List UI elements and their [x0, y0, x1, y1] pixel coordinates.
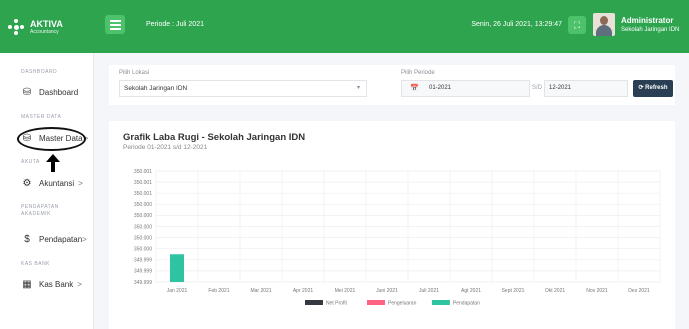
sidebar-section-dashboard: DASHBOARD: [21, 69, 58, 75]
x-tick-label: Juni 2021: [376, 288, 398, 294]
x-tick-label: Mei 2021: [335, 288, 356, 294]
database-icon: ⛁: [22, 86, 32, 98]
legend-label: Pengeluaran: [388, 301, 417, 307]
periode-start-value: 01-2021: [429, 85, 452, 91]
lokasi-label: Pilih Lokasi: [119, 70, 150, 76]
top-bar: AKTIVA Accountancy Periode : Juli 2021 S…: [0, 0, 689, 53]
cogs-icon: ⚙: [22, 177, 32, 189]
aktiva-logo-icon: [6, 17, 26, 37]
y-tick-label: 349.999: [134, 269, 152, 275]
brand-subtitle: Accountancy: [30, 29, 59, 35]
x-tick-label: Nov 2021: [586, 288, 608, 294]
legend-label: Net Profit: [326, 301, 347, 307]
sidebar-item-dashboard[interactable]: ⛁ Dashboard: [21, 85, 78, 99]
x-tick-label: Okt 2021: [545, 288, 566, 294]
sidebar-section-master-data: MASTER DATA: [21, 114, 62, 120]
x-tick-label: Des 2021: [628, 288, 650, 294]
fullscreen-button[interactable]: ⛶: [568, 16, 586, 34]
header-datetime: Senin, 26 Juli 2021, 13:29:47: [471, 21, 562, 28]
x-tick-label: Sept 2021: [502, 288, 525, 294]
refresh-icon: ⟳: [638, 85, 644, 91]
legend-swatch: [431, 300, 450, 305]
bar-pendapatan: [170, 254, 184, 282]
x-tick-label: Apr 2021: [293, 288, 314, 294]
sidebar: DASHBOARD ⛁ Dashboard MASTER DATA ⛁ Mast…: [0, 53, 94, 329]
highlight-circle-annotation: [17, 127, 86, 151]
legend-label: Pendapatan: [453, 301, 480, 307]
calendar-icon: 📅: [410, 85, 419, 92]
periode-start-input[interactable]: 📅 01-2021: [401, 80, 530, 97]
y-tick-label: 350.000: [134, 202, 152, 208]
sidebar-section-akuntansi: AKUTA: [21, 159, 40, 165]
arrow-stem-annotation: [51, 160, 55, 172]
y-tick-label: 350.000: [134, 224, 152, 230]
sidebar-item-kas-bank[interactable]: ▦ Kas Bank >: [21, 277, 82, 291]
caret-down-icon: ▾: [356, 85, 360, 91]
avatar[interactable]: [593, 13, 615, 36]
sd-label: S/D: [531, 85, 542, 91]
legend-swatch: [305, 300, 323, 305]
dollar-icon: $: [24, 233, 30, 245]
y-tick-label: 350.000: [134, 213, 152, 219]
filter-card: Pilih Lokasi Sekolah Jaringan IDN ▾ Pili…: [109, 65, 675, 105]
y-tick-label: 350.000: [134, 235, 152, 241]
chevron-right-icon: >: [82, 234, 87, 244]
lokasi-select[interactable]: Sekolah Jaringan IDN ▾: [119, 80, 367, 97]
sidebar-item-akuntansi[interactable]: ⚙ Akuntansi >: [21, 176, 83, 190]
sidebar-item-label: Dashboard: [39, 87, 79, 97]
chart-card: Grafik Laba Rugi - Sekolah Jaringan IDN …: [109, 121, 675, 329]
expand-icon: ⛶: [573, 20, 581, 30]
x-tick-label: Mar 2021: [250, 288, 271, 294]
y-tick-label: 350.001: [134, 191, 152, 197]
x-tick-label: Feb 2021: [208, 288, 229, 294]
brand-logo[interactable]: AKTIVA Accountancy: [6, 14, 96, 40]
chevron-right-icon: >: [78, 178, 83, 188]
hamburger-menu-button[interactable]: [105, 15, 125, 34]
lokasi-value: Sekolah Jaringan IDN: [124, 85, 188, 92]
refresh-label: Refresh: [645, 85, 668, 91]
periode-end-input[interactable]: 12-2021: [544, 80, 628, 97]
chevron-right-icon: >: [77, 279, 82, 289]
y-tick-label: 350.001: [134, 169, 152, 175]
y-tick-label: 349.999: [134, 258, 152, 264]
brand-name: AKTIVA: [30, 19, 63, 29]
legend-swatch: [367, 300, 385, 305]
periode-end-value: 12-2021: [549, 85, 572, 91]
y-tick-label: 349.999: [134, 280, 152, 286]
sidebar-item-pendapatan[interactable]: $ Pendapatan >: [21, 232, 87, 246]
sidebar-item-label: Kas Bank: [39, 279, 74, 289]
sidebar-section-kas-bank: KAS BANK: [21, 261, 51, 267]
y-tick-label: 350.000: [134, 247, 152, 253]
periode-label: Pilih Periode: [401, 70, 435, 76]
laba-rugi-chart: 349.999 349.999 349.999 350.000 350.000 350.0…: [134, 169, 661, 307]
sidebar-item-label: Akuntansi: [39, 178, 75, 188]
x-tick-label: Agt 2021: [461, 288, 481, 294]
sidebar-section-pendapatan-akademik: PENDAPATAN AKADEMIK: [21, 204, 59, 217]
sidebar-item-label: Pendapatan: [39, 234, 83, 244]
header-periode: Periode : Juli 2021: [146, 21, 204, 28]
x-tick-label: Jan 2021: [167, 288, 188, 294]
admin-subtitle: Sekolah Jaringan IDN: [621, 27, 680, 33]
admin-name[interactable]: Administrator: [621, 16, 673, 25]
y-tick-label: 350.001: [134, 180, 152, 186]
table-icon: ▦: [22, 278, 32, 290]
refresh-button[interactable]: ⟳ Refresh: [633, 80, 673, 97]
main-content: Pilih Lokasi Sekolah Jaringan IDN ▾ Pili…: [94, 53, 689, 329]
x-tick-label: Juli 2021: [419, 288, 439, 294]
